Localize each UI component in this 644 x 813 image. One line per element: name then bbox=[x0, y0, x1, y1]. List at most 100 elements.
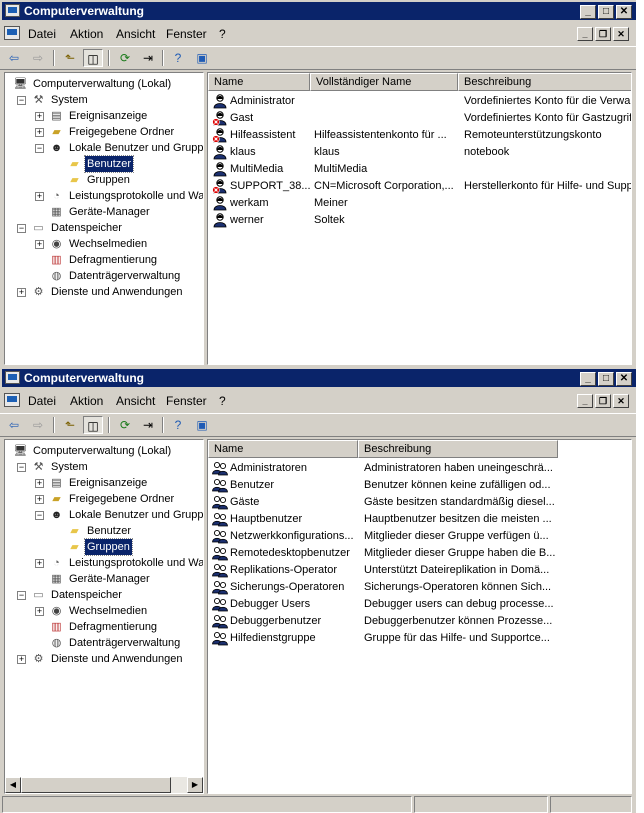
group-row[interactable]: Netzwerkkonfigurations... Mitglieder dies… bbox=[208, 528, 631, 545]
tree-item-defragmentierung[interactable]: ▥ Defragmentierung bbox=[5, 252, 203, 268]
expand-icon[interactable]: + bbox=[35, 128, 44, 137]
tree-horizontal-scrollbar[interactable]: ◀ ▶ bbox=[5, 777, 203, 793]
group-row[interactable]: Benutzer Benutzer können keine zufälligen… bbox=[208, 477, 631, 494]
tree-item-leistungsprotokolle-und-warnungen[interactable]: + ◔ Leistungsprotokolle und Warnungen bbox=[5, 555, 203, 571]
user-row[interactable]: werkam Meiner bbox=[208, 195, 631, 212]
expand-icon[interactable]: + bbox=[17, 655, 26, 664]
export-list-icon[interactable]: ⇥ bbox=[138, 416, 158, 434]
tree-item-ereignisanzeige[interactable]: + ▤ Ereignisanzeige bbox=[5, 108, 203, 124]
column-header-name[interactable]: Name bbox=[208, 440, 358, 458]
tree-item-leistungsprotokolle-und-warnungen[interactable]: + ◔ Leistungsprotokolle und Warnungen bbox=[5, 188, 203, 204]
tree-item-ereignisanzeige[interactable]: + ▤ Ereignisanzeige bbox=[5, 475, 203, 491]
tree-item-dienste-und-anwendungen[interactable]: + ⚙ Dienste und Anwendungen bbox=[5, 651, 203, 667]
scroll-right-icon[interactable]: ▶ bbox=[187, 777, 203, 793]
menu-ansicht[interactable]: Ansicht bbox=[116, 394, 155, 408]
title-bar[interactable]: Computerverwaltung _ □ ✕ bbox=[2, 369, 636, 387]
mmc-document-icon[interactable] bbox=[4, 393, 20, 407]
tree-item-freigegebene-ordner[interactable]: + ▰ Freigegebene Ordner bbox=[5, 124, 203, 140]
user-row[interactable]: SUPPORT_38... CN=Microsoft Corporation,..… bbox=[208, 178, 631, 195]
tree-item-wechselmedien[interactable]: + ◉ Wechselmedien bbox=[5, 603, 203, 619]
child-minimize-button[interactable]: _ bbox=[577, 394, 593, 408]
tree-item-datenspeicher[interactable]: − ▭ Datenspeicher bbox=[5, 220, 203, 236]
tree-item-system[interactable]: − ⚒ System bbox=[5, 92, 203, 108]
collapse-icon[interactable]: − bbox=[35, 511, 44, 520]
minimize-button[interactable]: _ bbox=[580, 372, 596, 386]
help-icon[interactable]: ? bbox=[168, 416, 188, 434]
tree-item-datenspeicher[interactable]: − ▭ Datenspeicher bbox=[5, 587, 203, 603]
expand-icon[interactable]: + bbox=[35, 495, 44, 504]
show-hide-tree-icon[interactable]: ◫ bbox=[83, 416, 103, 434]
title-bar[interactable]: Computerverwaltung _ □ ✕ bbox=[2, 2, 636, 20]
tree-item-gruppen[interactable]: ▰ Gruppen bbox=[5, 172, 203, 188]
list-pane[interactable]: Name Vollständiger Name Beschreibung Adm… bbox=[207, 72, 632, 365]
tree-item-lokale-benutzer-und-gruppen[interactable]: − ☻ Lokale Benutzer und Gruppen bbox=[5, 140, 203, 156]
child-restore-button[interactable]: ❐ bbox=[595, 27, 611, 41]
expand-icon[interactable]: + bbox=[17, 288, 26, 297]
tree-item-datenträgerverwaltung[interactable]: ◍ Datenträgerverwaltung bbox=[5, 268, 203, 284]
user-row[interactable]: klaus klaus notebook bbox=[208, 144, 631, 161]
refresh-icon[interactable]: ⟳ bbox=[115, 49, 135, 67]
expand-icon[interactable]: + bbox=[35, 240, 44, 249]
tree-item-system[interactable]: − ⚒ System bbox=[5, 459, 203, 475]
show-hide-tree-icon[interactable]: ◫ bbox=[83, 49, 103, 67]
collapse-icon[interactable]: − bbox=[17, 96, 26, 105]
child-close-button[interactable]: ✕ bbox=[613, 394, 629, 408]
user-row[interactable]: MultiMedia MultiMedia bbox=[208, 161, 631, 178]
scroll-left-icon[interactable]: ◀ bbox=[5, 777, 21, 793]
tree-item-freigegebene-ordner[interactable]: + ▰ Freigegebene Ordner bbox=[5, 491, 203, 507]
group-row[interactable]: Gäste Gäste besitzen standardmäßig diesel… bbox=[208, 494, 631, 511]
menu-ansicht[interactable]: Ansicht bbox=[116, 27, 155, 41]
maximize-button[interactable]: □ bbox=[598, 5, 614, 19]
menu-aktion[interactable]: Aktion bbox=[70, 394, 103, 408]
collapse-icon[interactable]: − bbox=[35, 144, 44, 153]
group-row[interactable]: Debuggerbenutzer Debuggerbenutzer können … bbox=[208, 613, 631, 630]
collapse-icon[interactable]: − bbox=[17, 463, 26, 472]
column-header-description[interactable]: Beschreibung bbox=[458, 73, 631, 91]
group-row[interactable]: Replikations-Operator Unterstützt Dateire… bbox=[208, 562, 631, 579]
group-row[interactable]: Administratoren Administratoren haben une… bbox=[208, 460, 631, 477]
child-restore-button[interactable]: ❐ bbox=[595, 394, 611, 408]
tree-item-computerverwaltung-lokal-[interactable]: 🖥 Computerverwaltung (Lokal) bbox=[5, 76, 203, 92]
refresh-icon[interactable]: ⟳ bbox=[115, 416, 135, 434]
menu-fenster[interactable]: Fenster bbox=[166, 394, 207, 408]
tree-pane[interactable]: + ⚙ Dienste und Anwendungen ◍ Datenträgerver… bbox=[4, 72, 204, 365]
group-row[interactable]: Sicherungs-Operatoren Sicherungs-Operator… bbox=[208, 579, 631, 596]
column-header-description[interactable]: Beschreibung bbox=[358, 440, 558, 458]
console-icon[interactable]: ▣ bbox=[192, 416, 212, 434]
tree-item-geräte-manager[interactable]: ▦ Geräte-Manager bbox=[5, 571, 203, 587]
up-folder-icon[interactable]: ⬑ bbox=[60, 416, 80, 434]
minimize-button[interactable]: _ bbox=[580, 5, 596, 19]
back-icon[interactable]: ⇦ bbox=[4, 416, 24, 434]
group-row[interactable]: Debugger Users Debugger users can debug p… bbox=[208, 596, 631, 613]
group-row[interactable]: Hauptbenutzer Hauptbenutzer besitzen die … bbox=[208, 511, 631, 528]
tree-item-benutzer[interactable]: ▰ Benutzer bbox=[5, 155, 203, 173]
tree-item-benutzer[interactable]: ▰ Benutzer bbox=[5, 523, 203, 539]
maximize-button[interactable]: □ bbox=[598, 372, 614, 386]
help-icon[interactable]: ? bbox=[168, 49, 188, 67]
tree-item-gruppen[interactable]: ▰ Gruppen bbox=[5, 538, 203, 556]
export-list-icon[interactable]: ⇥ bbox=[138, 49, 158, 67]
tree-pane[interactable]: + ⚙ Dienste und Anwendungen ◍ Datenträgerver… bbox=[4, 439, 204, 794]
tree-item-defragmentierung[interactable]: ▥ Defragmentierung bbox=[5, 619, 203, 635]
scroll-thumb[interactable] bbox=[21, 777, 171, 793]
menu-fenster[interactable]: Fenster bbox=[166, 27, 207, 41]
tree-item-computerverwaltung-lokal-[interactable]: 🖥 Computerverwaltung (Lokal) bbox=[5, 443, 203, 459]
expand-icon[interactable]: + bbox=[35, 559, 44, 568]
up-folder-icon[interactable]: ⬑ bbox=[60, 49, 80, 67]
close-button[interactable]: ✕ bbox=[616, 372, 632, 386]
user-row[interactable]: Gast Vordefiniertes Konto für Gastzugriff bbox=[208, 110, 631, 127]
tree-item-geräte-manager[interactable]: ▦ Geräte-Manager bbox=[5, 204, 203, 220]
back-icon[interactable]: ⇦ bbox=[4, 49, 24, 67]
menu-datei[interactable]: Datei bbox=[28, 27, 56, 41]
menu-help[interactable]: ? bbox=[219, 394, 226, 408]
expand-icon[interactable]: + bbox=[35, 192, 44, 201]
tree-item-lokale-benutzer-und-gruppen[interactable]: − ☻ Lokale Benutzer und Gruppen bbox=[5, 507, 203, 523]
expand-icon[interactable]: + bbox=[35, 112, 44, 121]
expand-icon[interactable]: + bbox=[35, 479, 44, 488]
menu-datei[interactable]: Datei bbox=[28, 394, 56, 408]
list-pane[interactable]: Name Beschreibung Administratoren Adminis… bbox=[207, 439, 632, 794]
close-button[interactable]: ✕ bbox=[616, 5, 632, 19]
expand-icon[interactable]: + bbox=[35, 607, 44, 616]
child-minimize-button[interactable]: _ bbox=[577, 27, 593, 41]
group-row[interactable]: Hilfedienstgruppe Gruppe für das Hilfe- u… bbox=[208, 630, 631, 647]
